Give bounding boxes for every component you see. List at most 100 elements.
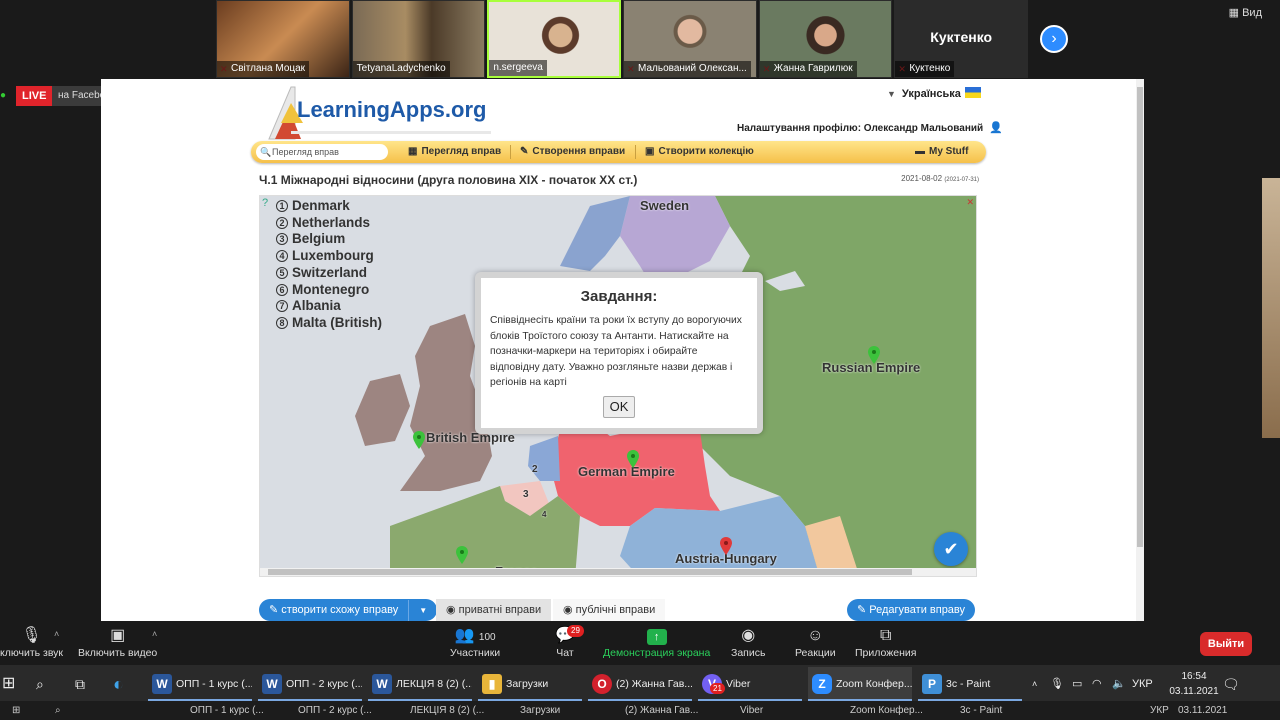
search-input[interactable]: 🔍 Перегляд вправ: [256, 144, 388, 160]
participants-icon: 👥 100: [454, 627, 496, 644]
legend-item: 2 Netherlands: [276, 215, 382, 232]
public-exercises-tab[interactable]: ◉ публічні вправи: [553, 599, 666, 621]
apps-button[interactable]: ⧉ Приложения: [855, 625, 916, 659]
legend-item: 7 Albania: [276, 298, 382, 315]
marker-pin-red-austria[interactable]: [720, 537, 732, 555]
windows-start-icon: ⊞: [12, 705, 21, 716]
learningapps-logo[interactable]: LearningApps.org: [297, 97, 486, 123]
wifi-icon[interactable]: ◠: [1092, 667, 1102, 701]
windows-start-icon[interactable]: ⊞: [2, 667, 15, 701]
legend-label: Netherlands: [292, 214, 371, 230]
participant-tile[interactable]: ✕ Світлана Моцак: [216, 0, 350, 78]
legend-number: 1: [276, 200, 288, 212]
legend-item: 3 Belgium: [276, 231, 382, 248]
marker-pin-green-germany[interactable]: [627, 450, 639, 468]
eye-icon: ◉: [563, 604, 576, 616]
keyboard-language[interactable]: УКР: [1132, 667, 1153, 701]
scrollbar-thumb[interactable]: [268, 569, 912, 575]
chevron-up-icon[interactable]: ˄: [1032, 667, 1037, 701]
edge-browser-icon[interactable]: ◐: [113, 667, 124, 701]
exercise-app: ? ✕ 1 Denmark 2 Netherlands 3 Belgium 4 Luxe…: [259, 195, 977, 577]
record-label: Запись: [731, 647, 766, 659]
taskbar-item-word-3[interactable]: W ЛЕКЦІЯ 8 (2) (...: [368, 667, 472, 701]
taskbar-item-word-1[interactable]: W ОПП - 1 курс (...: [148, 667, 252, 701]
marker-pin-green-france[interactable]: [456, 546, 468, 564]
menu-create-exercise[interactable]: ✎ Створення вправи: [520, 141, 625, 163]
dialog-title: Завдання:: [580, 288, 658, 305]
marker-pin-green-britain[interactable]: [413, 431, 425, 449]
system-clock[interactable]: 16:54 03.11.2021: [1164, 667, 1224, 699]
monitor-icon[interactable]: ▭: [1072, 667, 1082, 701]
participant-tile[interactable]: ✕ Мальований Олексан...: [623, 0, 757, 78]
start-video-button[interactable]: ▣ Включить видео: [78, 625, 157, 659]
legend-label: Denmark: [292, 198, 350, 213]
chevron-up-icon[interactable]: ˄: [152, 629, 157, 639]
secondary-taskbar: ⊞ ⌕ ОПП - 1 курс (... ОПП - 2 курс (... …: [0, 701, 1280, 720]
caret-down-icon[interactable]: ▼: [408, 600, 427, 621]
live-badge[interactable]: LIVE: [16, 86, 53, 106]
next-participants-button[interactable]: ›: [1040, 25, 1068, 53]
private-exercises-tab[interactable]: ◉ приватні вправи: [436, 599, 552, 621]
participant-tile[interactable]: TetyanaLadychenko: [351, 0, 486, 78]
menu-my-stuff[interactable]: ▬ My Stuff: [915, 141, 968, 163]
search-icon[interactable]: ⌕: [36, 667, 44, 701]
pencil-icon: ✎: [520, 146, 529, 157]
fullscreen-icon[interactable]: ✕: [966, 197, 974, 208]
menu-divider: [510, 145, 511, 159]
word-icon: W: [372, 674, 392, 694]
speaker-icon[interactable]: 🔈: [1112, 667, 1126, 701]
vertical-scrollbar[interactable]: [1136, 79, 1144, 621]
menu-browse-exercises[interactable]: ▦ Перегляд вправ: [408, 141, 501, 163]
viber-badge: 21: [710, 683, 725, 694]
participant-tile[interactable]: ✕ Жанна Гаврилюк: [758, 0, 893, 78]
notifications-icon[interactable]: 🗨: [1222, 667, 1240, 701]
taskbar-item-zoom[interactable]: Z Zoom Конфер...: [808, 667, 912, 701]
check-answer-button[interactable]: ✔: [934, 532, 968, 566]
leave-meeting-button[interactable]: Выйти: [1200, 632, 1252, 656]
clock-date: 03.11.2021: [1178, 705, 1228, 716]
profile-label: Налаштування профілю: Олександр Мальован…: [737, 123, 984, 134]
legend-number: 2: [276, 216, 288, 229]
share-screen-button[interactable]: ↑ Демонстрация экрана: [603, 625, 710, 659]
participant-name: TetyanaLadychenko: [352, 61, 450, 77]
collection-icon: ▣: [645, 146, 655, 157]
taskbar-item-word-2[interactable]: W ОПП - 2 курс (...: [258, 667, 362, 701]
chevron-up-icon[interactable]: ˄: [54, 629, 59, 639]
user-icon: 👤: [989, 122, 1003, 134]
marker-pin-green-russia[interactable]: [868, 346, 880, 364]
zoom-control-bar: 🎙 ключить звук ˄ ▣ Включить видео ˄ 👥 100 У…: [0, 621, 1280, 665]
exercise-date-created: (2021-07-31): [944, 177, 979, 183]
participant-strip: ✕ Світлана Моцак TetyanaLadychenko n.ser…: [216, 0, 1029, 78]
legend-number: 4: [276, 250, 288, 263]
reactions-button[interactable]: ☺ Реакции: [795, 625, 836, 659]
participants-button[interactable]: 👥 100 Участники: [450, 625, 500, 659]
profile-settings-link[interactable]: Налаштування профілю: Олександр Мальован…: [737, 121, 1003, 134]
participant-name: Куктенко: [895, 61, 955, 77]
participant-tile-active-speaker[interactable]: n.sergeeva: [487, 0, 622, 78]
menu-label: Створення вправи: [532, 146, 626, 157]
ok-button[interactable]: OK: [603, 396, 635, 418]
legend-label: Montenegro: [292, 281, 370, 297]
edit-exercise-button[interactable]: ✎ Редагувати вправу: [847, 599, 976, 621]
participant-name: Жанна Гаврилюк: [759, 61, 857, 77]
create-similar-button[interactable]: ✎ створити схожу вправу ▼: [259, 599, 438, 621]
help-icon[interactable]: ?: [262, 197, 268, 209]
taskbar-item-viber[interactable]: V21Viber: [698, 667, 802, 701]
participant-tile[interactable]: Куктенко ✕ Куктенко: [894, 0, 1029, 78]
taskbar-label: 3c - Paint: [960, 705, 1003, 716]
chat-button[interactable]: 💬 29 Чат: [555, 625, 584, 659]
microphone-icon[interactable]: 🎙: [1050, 667, 1064, 701]
taskbar-item-paint[interactable]: P 3c - Paint: [918, 667, 1022, 701]
edit-icon: ✎: [269, 604, 282, 616]
menu-create-collection[interactable]: ▣ Створити колекцію: [645, 141, 754, 163]
taskbar-label: (2) Жанна Гав...: [616, 678, 692, 690]
taskbar-item-opera[interactable]: O (2) Жанна Гав...: [588, 667, 692, 701]
language-selector[interactable]: ▼ Українська: [887, 87, 981, 100]
view-menu-button[interactable]: ▦ Вид: [1229, 6, 1262, 19]
horizontal-scrollbar[interactable]: [260, 568, 976, 576]
task-view-icon[interactable]: ⧉: [75, 667, 85, 701]
participant-name: Світлана Моцак: [217, 61, 310, 77]
record-button[interactable]: ◉ Запись: [731, 625, 765, 659]
scrollbar-thumb[interactable]: [1137, 87, 1143, 547]
taskbar-item-downloads[interactable]: ▮ Загрузки: [478, 667, 582, 701]
